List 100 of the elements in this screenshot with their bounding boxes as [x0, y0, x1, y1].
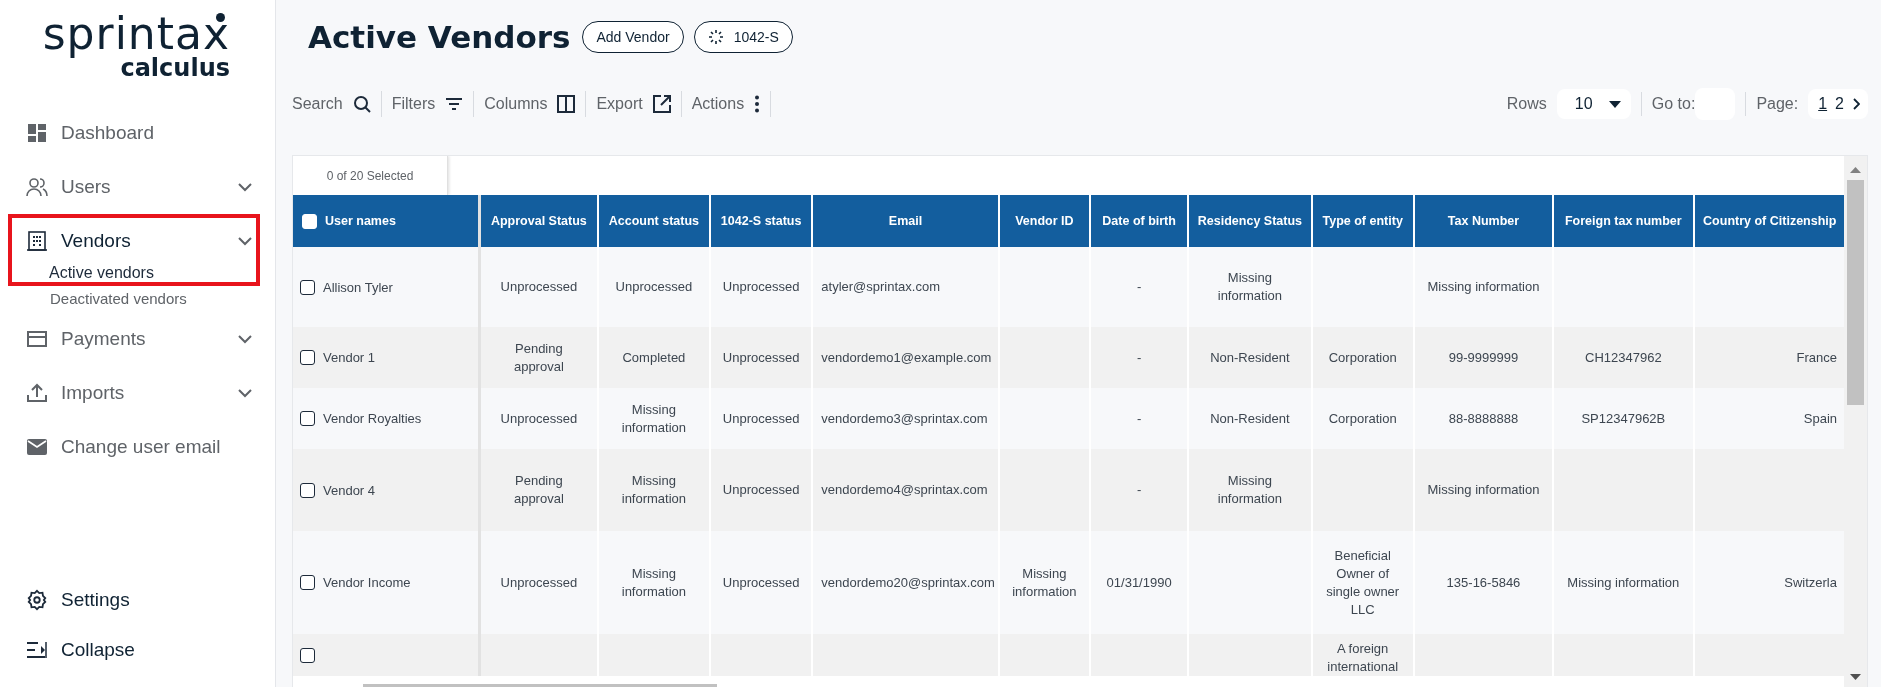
table-cell: Spain — [1803, 410, 1837, 426]
row-checkbox[interactable] — [300, 575, 315, 591]
nav-item[interactable]: Vendors — [12, 218, 256, 264]
table-cell: Missing information — [1217, 473, 1283, 506]
search-icon — [352, 95, 371, 113]
nav-subitem[interactable]: Active vendors — [12, 264, 256, 282]
nav-item[interactable]: Collapse — [12, 625, 275, 675]
users-icon — [25, 176, 49, 198]
card-icon — [25, 328, 49, 350]
select-all-checkbox[interactable] — [302, 213, 317, 229]
row-checkbox[interactable] — [300, 411, 315, 427]
table-cell: Corporation — [1328, 410, 1397, 426]
table-cell: France — [1796, 349, 1837, 365]
row-checkbox[interactable] — [300, 279, 315, 295]
envelope-icon — [25, 437, 49, 457]
chevron-icon — [238, 236, 252, 246]
table-cell: - — [1136, 482, 1142, 497]
page-title: Active Vendors — [308, 19, 571, 55]
table-cell: vendordemo3@sprintax.com — [821, 410, 988, 426]
table-cell: atyler@sprintax.com — [821, 279, 940, 294]
table-cell: Missing information — [1012, 565, 1077, 599]
column-header: Vendor ID — [998, 195, 1090, 247]
table-cell: Missing information — [621, 473, 687, 506]
horizontal-scrollbar[interactable] — [363, 684, 717, 687]
chevron-icon — [238, 334, 252, 344]
table-cell: Missing information — [1567, 574, 1680, 590]
goto-label: Go to: — [1651, 95, 1696, 113]
table-cell: Pending approval — [513, 473, 564, 506]
table-cell: Missing information — [621, 401, 687, 435]
table-cell: vendordemo1@example.com — [821, 349, 992, 365]
nav-item[interactable]: Settings — [12, 575, 275, 625]
nav-item[interactable]: Dashboard — [12, 110, 256, 156]
page-link[interactable]: 2 — [1835, 95, 1844, 113]
export-icon — [652, 95, 671, 113]
table-cell: Missing information — [1427, 279, 1540, 294]
selection-count: 0 of 20 Selected — [326, 168, 414, 183]
column-header: Account status — [597, 195, 711, 247]
table-cell: Missing information — [1427, 482, 1540, 497]
table-cell: 99-9999999 — [1448, 349, 1519, 365]
chevron-icon — [238, 388, 252, 398]
table-cell: Non-Resident — [1210, 410, 1290, 426]
column-header: Country of Citizenship — [1693, 195, 1844, 247]
rows-select[interactable]: 10 — [1556, 89, 1631, 119]
nav-item[interactable]: Change user email — [12, 424, 256, 470]
table-cell: Allison Tyler — [323, 279, 393, 295]
nav-item[interactable]: Payments — [12, 316, 256, 362]
table-cell: Corporation — [1328, 349, 1397, 365]
table-cell: vendordemo4@sprintax.com — [821, 482, 988, 497]
logo: sprintax calculus — [41, 12, 230, 80]
toolbar-button[interactable]: Search — [292, 91, 382, 117]
table-cell: 01/31/1990 — [1106, 574, 1172, 590]
rows-label: Rows — [1506, 95, 1547, 113]
column-header: Tax Number — [1413, 195, 1554, 247]
column-header: 1042-S status — [710, 195, 813, 247]
spinner-icon — [707, 29, 724, 45]
caret-icon — [1608, 100, 1621, 108]
columns-icon — [557, 95, 576, 113]
table-cell: vendordemo20@sprintax.com — [821, 574, 995, 590]
toolbar-button[interactable]: Filters — [391, 91, 475, 117]
toolbar-button[interactable]: Export — [596, 91, 682, 117]
nav-subitem[interactable]: Deactivated vendors — [0, 286, 275, 312]
table-cell: Unprocessed — [500, 410, 578, 426]
building-icon — [25, 230, 49, 252]
column-header: Residency Status — [1188, 195, 1312, 247]
column-header: Approval Status — [479, 195, 598, 247]
table-cell: - — [1136, 349, 1142, 365]
table-cell: CH12347962 — [1585, 349, 1662, 365]
chevron-icon — [238, 182, 252, 192]
column-header: Type of entity — [1311, 195, 1414, 247]
table-cell: Beneficial Owner of single owner LLC — [1326, 547, 1400, 617]
table-cell: SP12347962B — [1581, 410, 1666, 426]
row-checkbox[interactable] — [300, 350, 315, 366]
toolbar-button[interactable]: Actions — [691, 91, 772, 117]
settings-icon — [25, 589, 49, 611]
dashboard-icon — [25, 123, 49, 143]
table-cell: Unprocessed — [500, 574, 578, 590]
table-cell: Vendor 4 — [323, 482, 376, 498]
table-cell: 88-8888888 — [1448, 410, 1519, 426]
table-cell: Completed — [622, 349, 686, 365]
page-link[interactable]: 1 — [1818, 95, 1828, 113]
add-vendor-button[interactable]: Add Vendor — [582, 21, 684, 53]
row-checkbox[interactable] — [300, 482, 315, 498]
table-cell: Unprocessed — [722, 410, 800, 426]
table-cell: Switzerla — [1784, 574, 1837, 590]
table-cell: Vendor Royalties — [323, 410, 422, 426]
next-page-icon[interactable] — [1852, 98, 1860, 110]
table-cell: Unprocessed — [615, 279, 693, 294]
nav-item[interactable]: Imports — [12, 370, 256, 416]
form-button[interactable]: 1042-S — [693, 21, 793, 53]
column-header: Foreign tax number — [1553, 195, 1694, 247]
table-cell: - — [1136, 279, 1142, 294]
table-cell: Unprocessed — [722, 349, 800, 365]
toolbar-button[interactable]: Columns — [484, 91, 587, 117]
nav-item[interactable]: Users — [12, 164, 256, 210]
table-cell: 135-16-5846 — [1446, 574, 1521, 590]
column-header: User names — [325, 214, 396, 229]
row-checkbox[interactable] — [300, 648, 315, 664]
collapse-icon — [25, 640, 49, 660]
scrollbar-thumb[interactable] — [1847, 180, 1864, 405]
column-header: Date of birth — [1090, 195, 1189, 247]
